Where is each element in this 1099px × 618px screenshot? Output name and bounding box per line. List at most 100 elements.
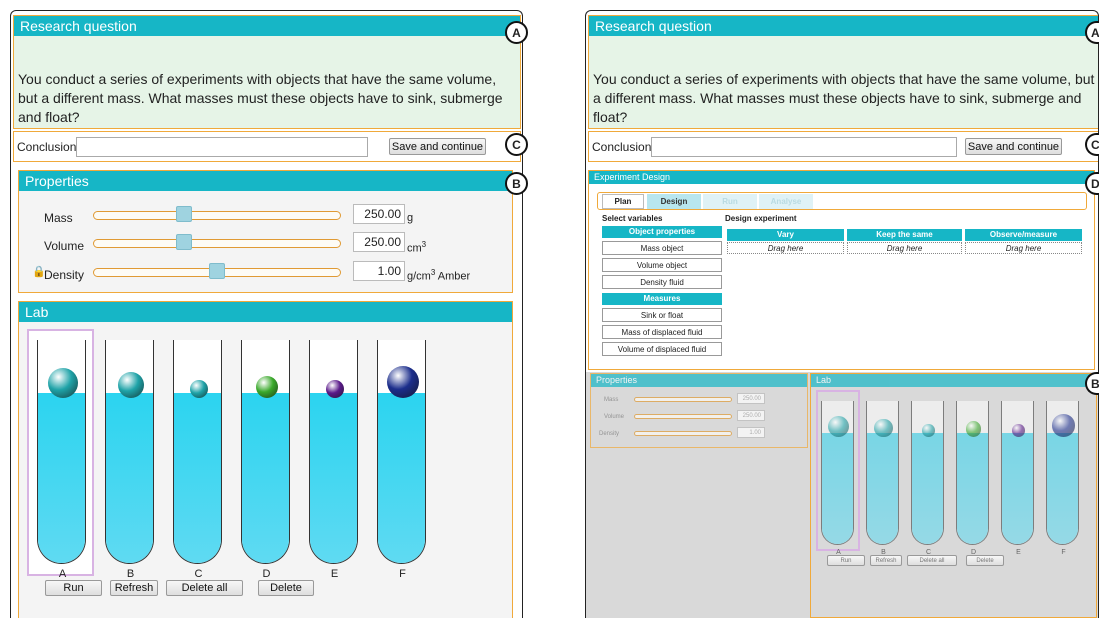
density-slider-thumb[interactable]: [209, 263, 225, 279]
design-experiment-label: Design experiment: [725, 214, 797, 223]
mass-input-disabled: 250.00: [737, 393, 765, 404]
object-ball-c[interactable]: [922, 424, 935, 437]
object-ball-d[interactable]: [255, 376, 278, 398]
mass-label: Mass: [44, 211, 73, 225]
research-question-title-right: Research question: [589, 16, 1098, 36]
mass-label-disabled: Mass: [604, 397, 619, 403]
volume-label: Volume: [44, 239, 85, 253]
fluid: [867, 433, 898, 544]
run-button-disabled: Run: [827, 555, 865, 566]
delete-button-disabled: Delete: [966, 555, 1004, 566]
object-ball-c[interactable]: [189, 380, 208, 398]
object-properties-header: Object properties: [602, 226, 722, 238]
density-label: Density: [44, 268, 85, 282]
lab-panel-disabled: Lab ABCDEF Run Refresh Delete all Delete: [810, 373, 1097, 618]
conclusion-label: Conclusion:: [17, 140, 80, 154]
var-mass-object[interactable]: Mass object: [602, 241, 722, 255]
lab-title: Lab: [19, 302, 512, 322]
run-button[interactable]: Run: [45, 580, 102, 596]
mass-slider[interactable]: [93, 211, 341, 220]
density-slider-disabled: [634, 431, 732, 436]
density-material: Amber: [437, 270, 471, 283]
lab-panel: Lab A B C D E F Run Refresh Delete all Delete: [18, 301, 513, 618]
left-screen: Research question You conduct a series o…: [10, 10, 523, 618]
volume-slider[interactable]: [93, 239, 341, 248]
object-ball-e[interactable]: [325, 380, 344, 398]
measure-sink-or-float[interactable]: Sink or float: [602, 308, 722, 322]
drop-zone-keep-same[interactable]: Drag here: [847, 242, 962, 254]
measure-volume-displaced[interactable]: Volume of displaced fluid: [602, 342, 722, 356]
object-ball-b[interactable]: [874, 418, 893, 437]
object-ball-a[interactable]: [47, 368, 78, 398]
select-variables-label: Select variables: [602, 214, 663, 223]
volume-slider-disabled: [634, 414, 732, 419]
density-label-disabled: Density: [599, 431, 620, 437]
save-continue-button[interactable]: Save and continue: [389, 138, 486, 155]
test-tube-c[interactable]: [173, 340, 222, 564]
density-unit: g/cm3 Amber: [407, 268, 470, 283]
drop-zone-observe[interactable]: Drag here: [965, 242, 1082, 254]
fluid: [1002, 433, 1033, 544]
mass-slider-disabled: [634, 397, 732, 402]
object-ball-f[interactable]: [1052, 414, 1075, 437]
conclusion-panel: Conclusion: Save and continue: [13, 131, 521, 162]
volume-input[interactable]: 250.00: [353, 232, 405, 252]
fluid: [174, 393, 221, 563]
properties-title-disabled: Properties: [591, 374, 807, 387]
fluid: [378, 393, 425, 563]
test-tube-d[interactable]: [241, 340, 290, 564]
fluid: [957, 433, 988, 544]
save-continue-button-right[interactable]: Save and continue: [965, 138, 1062, 155]
object-ball-d[interactable]: [965, 421, 982, 437]
object-ball-a[interactable]: [828, 415, 849, 437]
badge-a-left: A: [505, 21, 528, 44]
mass-input[interactable]: 250.00: [353, 204, 405, 224]
badge-c-left: C: [505, 133, 528, 156]
tube-label-d: D: [262, 568, 271, 580]
experiment-design-title: Experiment Design: [589, 171, 1094, 184]
research-question-panel: Research question You conduct a series o…: [13, 15, 521, 129]
properties-panel-disabled: Properties Mass 250.00 Volume 250.00 Den…: [590, 373, 808, 448]
refresh-button[interactable]: Refresh: [110, 580, 158, 596]
tube-label-f: F: [1061, 549, 1066, 556]
volume-slider-thumb[interactable]: [176, 234, 192, 250]
right-screen: Research question You conduct a series o…: [585, 10, 1099, 618]
refresh-button-disabled: Refresh: [870, 555, 902, 566]
delete-all-button-disabled: Delete all: [907, 555, 957, 566]
delete-all-button[interactable]: Delete all: [166, 580, 243, 596]
volume-label-disabled: Volume: [604, 414, 625, 420]
object-ball-b[interactable]: [117, 372, 144, 398]
object-ball-f[interactable]: [386, 366, 419, 398]
tube-label-e: E: [330, 568, 339, 580]
measures-header: Measures: [602, 293, 722, 305]
tab-plan[interactable]: Plan: [602, 194, 644, 209]
tab-design[interactable]: Design: [647, 194, 701, 209]
density-input[interactable]: 1.00: [353, 261, 405, 281]
measure-mass-displaced[interactable]: Mass of displaced fluid: [602, 325, 722, 339]
conclusion-label-right: Conclusion:: [592, 140, 655, 154]
column-keep-same: Keep the same: [847, 229, 962, 241]
properties-title: Properties: [19, 171, 512, 191]
var-volume-object[interactable]: Volume object: [602, 258, 722, 272]
lab-title-disabled: Lab: [811, 374, 1096, 387]
conclusion-input[interactable]: [76, 137, 368, 157]
test-tube-e: [1001, 401, 1034, 545]
tab-analyse[interactable]: Analyse: [759, 194, 813, 209]
fluid: [822, 433, 853, 544]
fluid: [106, 393, 153, 563]
var-density-fluid[interactable]: Density fluid: [602, 275, 722, 289]
conclusion-input-right[interactable]: [651, 137, 957, 157]
object-ball-e[interactable]: [1012, 424, 1025, 437]
tab-run[interactable]: Run: [703, 194, 757, 209]
mass-slider-thumb[interactable]: [176, 206, 192, 222]
conclusion-panel-right: Conclusion: Save and continue: [588, 131, 1098, 162]
drop-zone-vary[interactable]: Drag here: [727, 242, 844, 254]
experiment-design-panel: Experiment Design Plan Design Run Analys…: [588, 170, 1095, 370]
density-unit-text: g/cm: [407, 270, 431, 283]
badge-b-left: B: [505, 172, 528, 195]
tube-label-e: E: [1016, 549, 1021, 556]
tube-label-c: C: [194, 568, 203, 580]
delete-button[interactable]: Delete: [258, 580, 314, 596]
tube-label-f: F: [399, 568, 406, 580]
test-tube-e[interactable]: [309, 340, 358, 564]
